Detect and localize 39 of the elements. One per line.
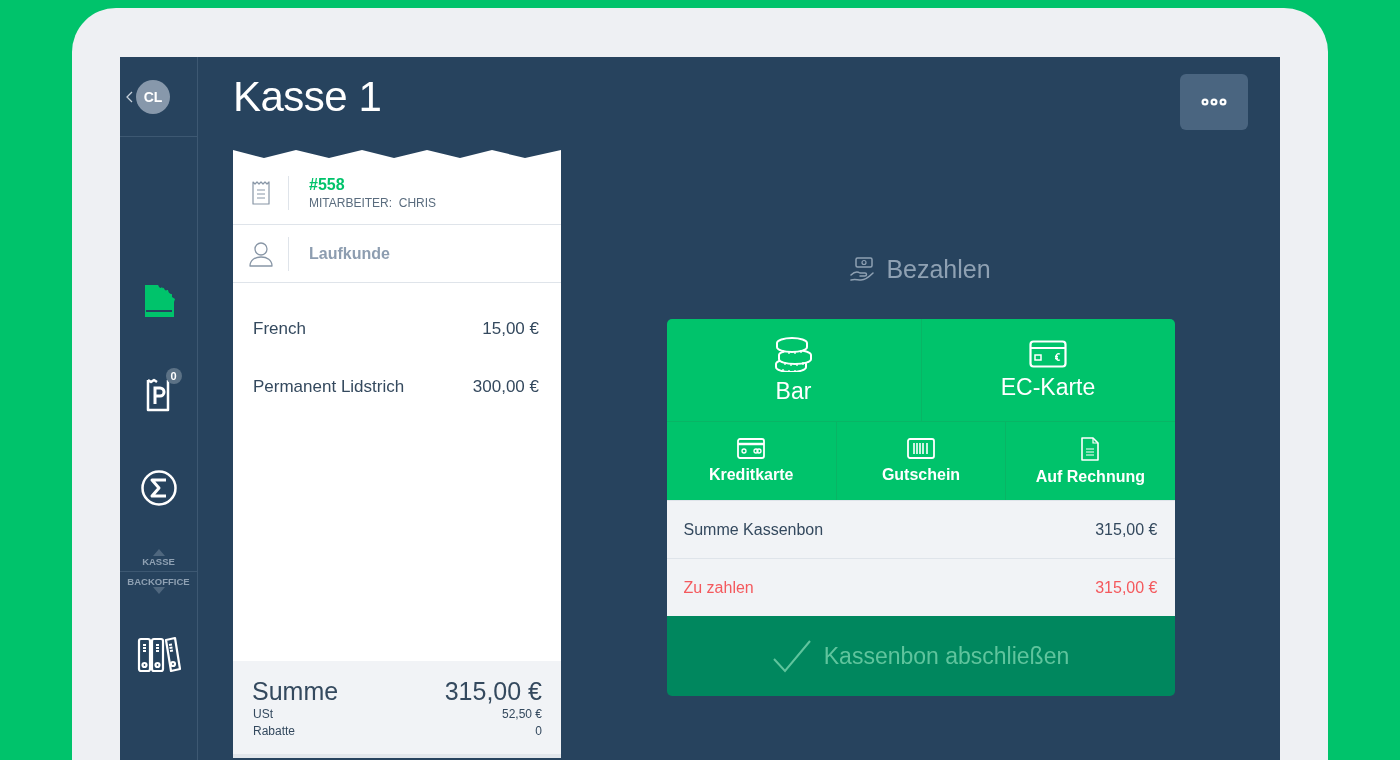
- barcode-voucher-icon: [907, 438, 935, 459]
- detail-label: Rabatte: [253, 723, 296, 740]
- more-icon: [1201, 98, 1227, 106]
- binders-icon[interactable]: [136, 636, 181, 674]
- detail-value: 0: [535, 723, 542, 740]
- document-icon: [1081, 436, 1100, 461]
- checkmark-icon: [771, 639, 812, 673]
- item-price: 15,00 €: [482, 319, 539, 339]
- sum-icon[interactable]: [139, 469, 178, 507]
- detail-label: USt: [253, 706, 273, 723]
- total-amount: 315,00 €: [444, 677, 542, 706]
- person-icon[interactable]: [248, 240, 273, 267]
- item-price: 300,00 €: [472, 377, 539, 397]
- customer-name[interactable]: Laufkunde: [309, 244, 390, 263]
- card-icon: [1029, 339, 1067, 368]
- payment-title: Bezahlen: [886, 254, 991, 284]
- detail-value: 52,50 €: [501, 706, 542, 723]
- summary-label: Zu zahlen: [683, 578, 754, 597]
- summary-label: Summe Kassenbon: [683, 520, 824, 539]
- staff-name: MITARBEITER: CHRIS: [309, 196, 437, 210]
- receipt-icon: [250, 180, 271, 206]
- item-name: Permanent Lidstrich: [253, 377, 405, 397]
- back-chevron-icon[interactable]: [126, 90, 134, 103]
- more-button[interactable]: [1180, 74, 1248, 130]
- summary-amount: 315,00 €: [1095, 578, 1158, 597]
- coins-icon: [772, 335, 815, 372]
- summary-amount: 315,00 €: [1095, 520, 1158, 539]
- payment-method-button[interactable]: Bar: [666, 319, 921, 421]
- payment-method-button[interactable]: Kreditkarte: [666, 422, 836, 500]
- page-title: Kasse 1: [233, 73, 382, 121]
- mode-label[interactable]: BACKOFFICE: [127, 576, 190, 587]
- hand-money-icon: [850, 256, 875, 282]
- item-name: French: [253, 319, 306, 339]
- count-badge: 0: [165, 368, 182, 384]
- total-label: Summe: [252, 677, 339, 706]
- card-icon: [737, 438, 766, 459]
- receipt-number: #558: [309, 176, 346, 194]
- avatar[interactable]: CL: [136, 79, 170, 114]
- mode-label[interactable]: KASSE: [142, 556, 175, 567]
